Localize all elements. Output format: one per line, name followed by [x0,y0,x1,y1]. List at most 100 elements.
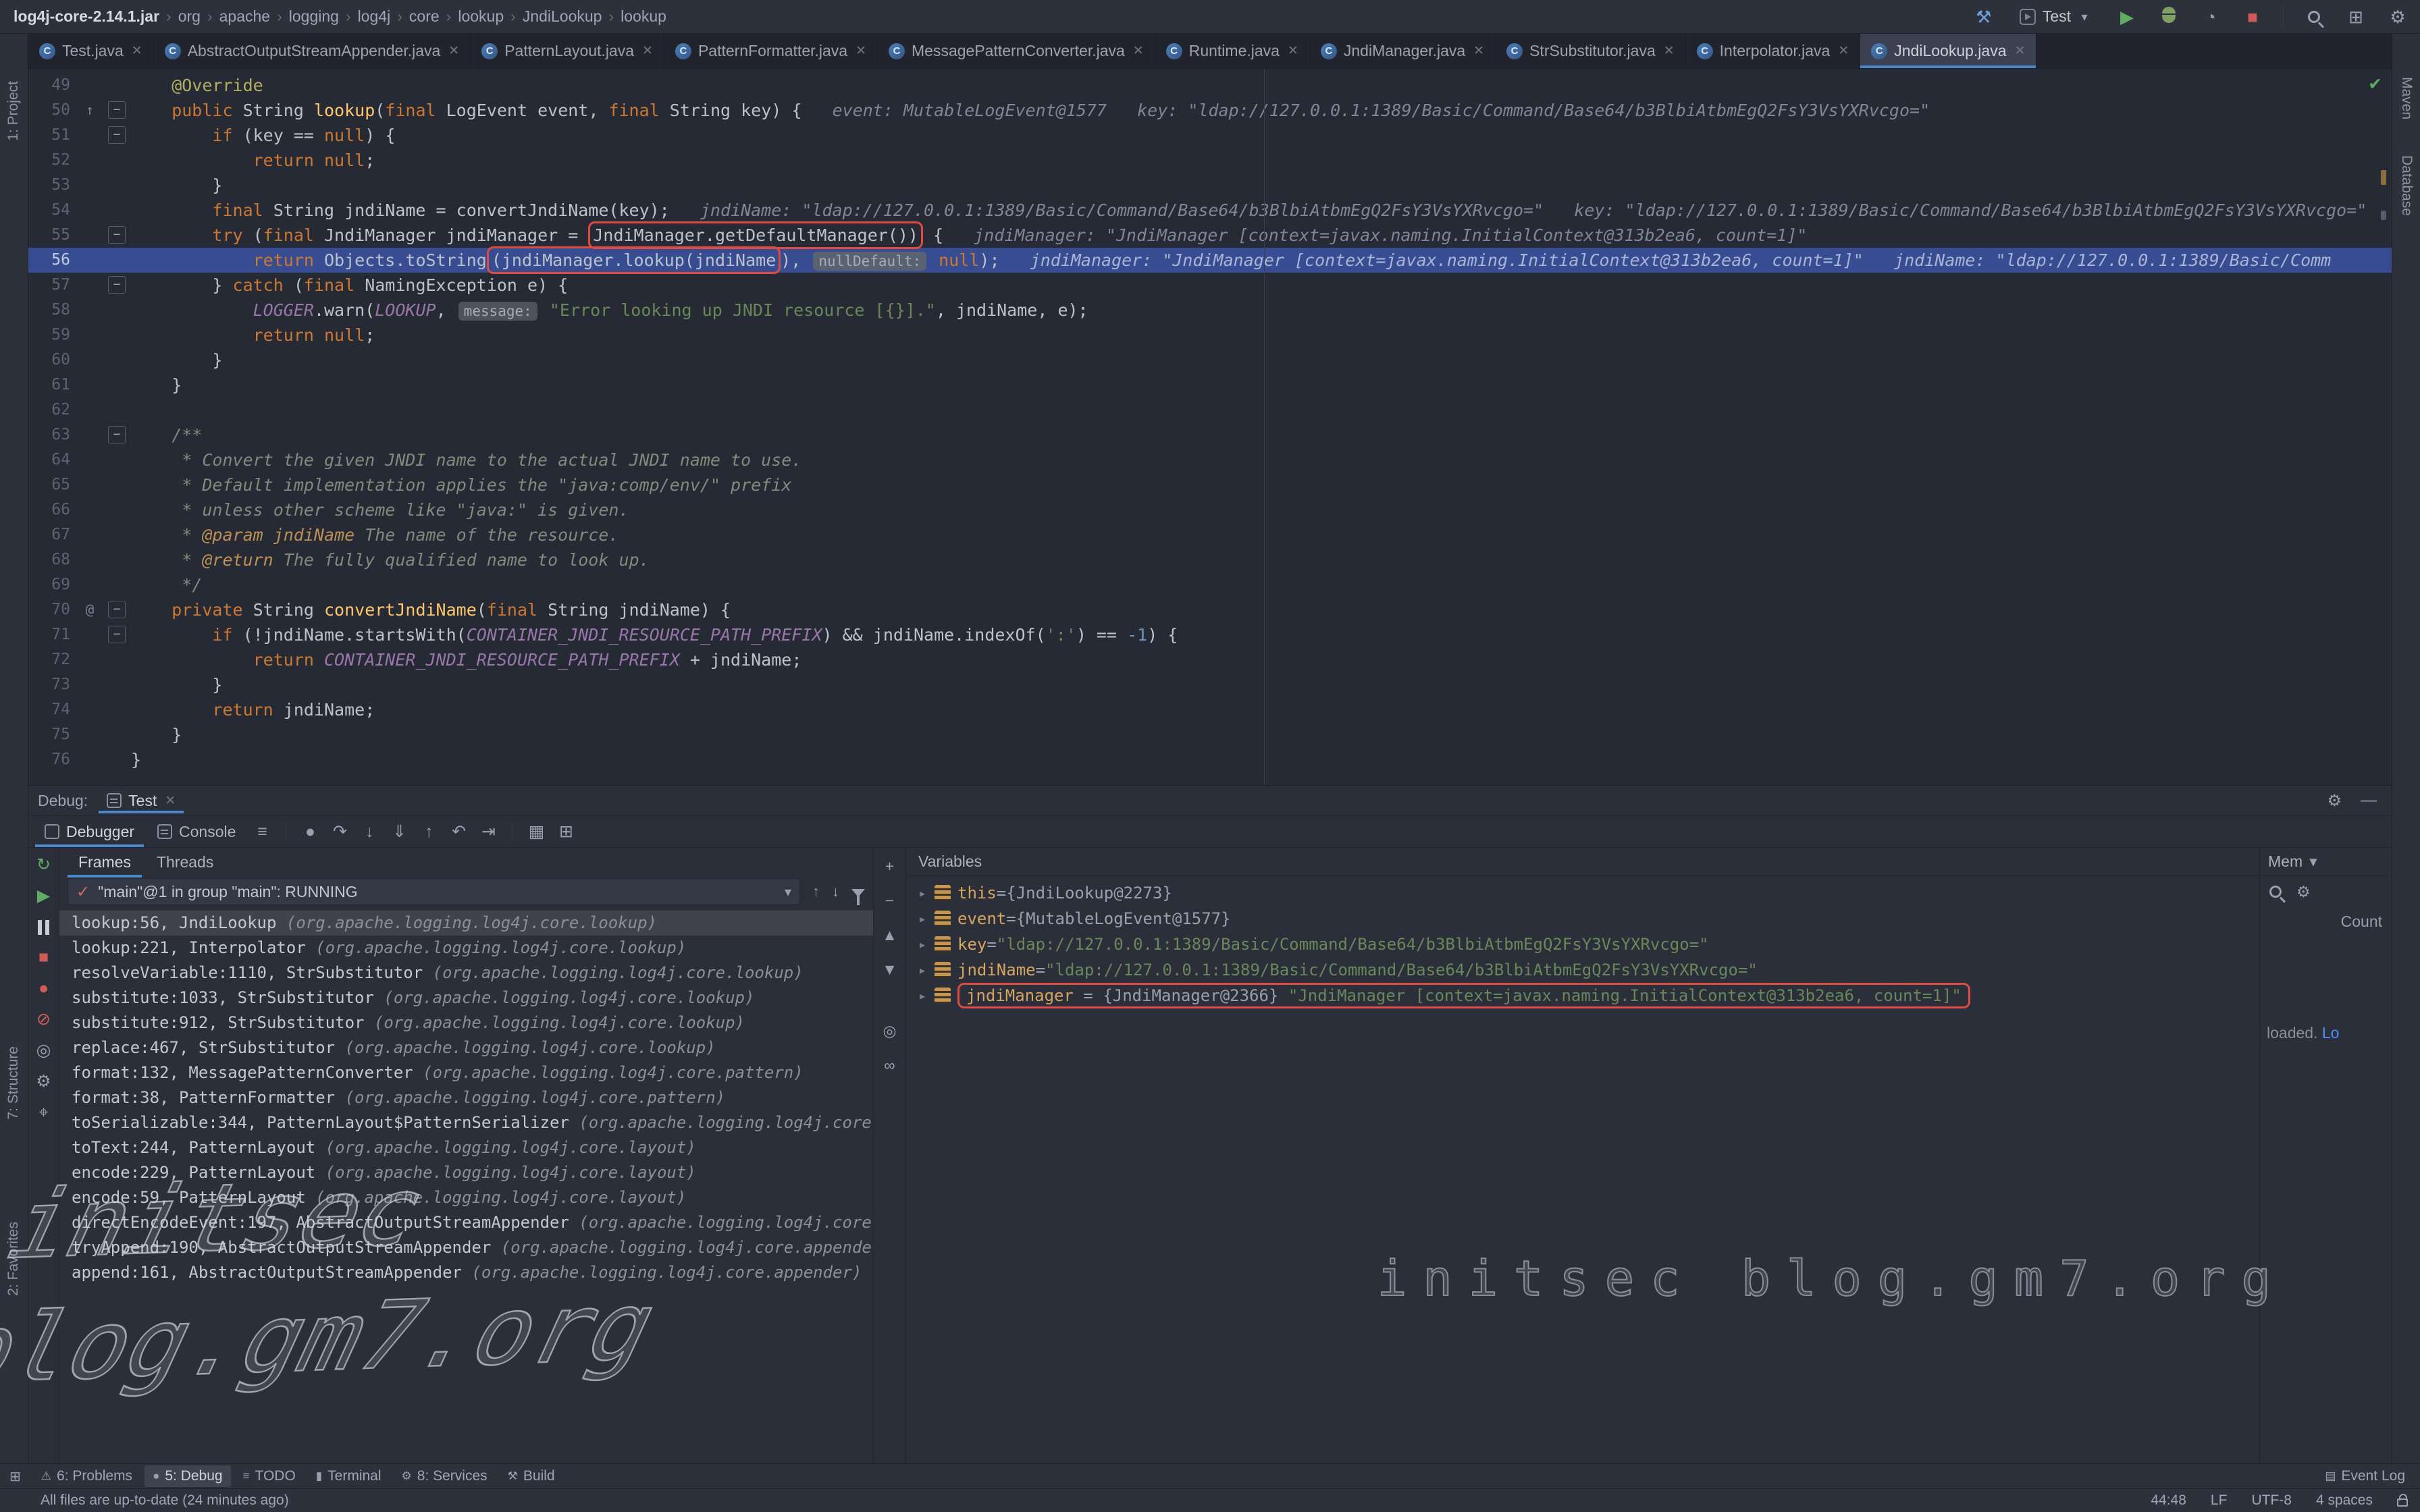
inspections-ok-icon[interactable]: ✔ [2369,72,2381,94]
hide-panel-icon[interactable]: — [2361,791,2377,811]
resume-button[interactable]: ▶ [37,887,50,905]
toolwindow-stripe-maven[interactable]: Maven [2398,77,2415,119]
close-icon[interactable]: ✕ [132,43,142,59]
close-icon[interactable]: ✕ [1133,43,1144,59]
event-log-button[interactable]: ▤ Event Log [2325,1468,2411,1484]
code-line[interactable]: 64 * Convert the given JNDI name to the … [28,448,2392,473]
toolwindow-button[interactable]: ⚒Build [500,1465,563,1487]
stack-frame-row[interactable]: encode:229, PatternLayout (org.apache.lo… [59,1160,873,1185]
pin-icon[interactable]: ⌖ [38,1104,48,1121]
move-watch-up-icon[interactable]: ▲ [882,926,897,944]
toolwindow-stripe-database[interactable]: Database [2398,155,2415,216]
show-execution-point-icon[interactable]: ● [297,822,323,842]
code-line[interactable]: 76} [28,747,2392,772]
expand-chevron-icon[interactable]: ▸ [912,936,933,952]
settings-gear-icon[interactable]: ⚙ [2327,791,2342,811]
hide-frames-filter-icon[interactable] [851,889,865,897]
bookmark-icon[interactable]: @ [76,597,104,622]
close-icon[interactable]: ✕ [1838,43,1849,59]
search-icon[interactable] [2269,886,2282,898]
run-button[interactable]: ▶ [2115,5,2138,28]
layout-menu-icon[interactable]: ≡ [249,822,275,842]
code-line[interactable]: 49 @Override [28,73,2392,98]
stack-frame-row[interactable]: replace:467, StrSubstitutor (org.apache.… [59,1035,873,1060]
stack-frame-row[interactable]: format:38, PatternFormatter (org.apache.… [59,1085,873,1110]
profiler-icon[interactable]: ◔ [2199,5,2222,28]
breadcrumb-item[interactable]: JndiLookup [520,7,605,26]
override-method-icon[interactable]: ↑ [76,98,104,123]
stack-frame-row[interactable]: encode:59, PatternLayout (org.apache.log… [59,1185,873,1210]
debug-session-tab[interactable]: Test ✕ [99,788,184,813]
code-line[interactable]: 75 } [28,722,2392,747]
stop-button[interactable]: ■ [2241,5,2264,28]
settings-gear-icon[interactable]: ⚙ [2386,5,2409,28]
code-line[interactable]: 55− try (final JndiManager jndiManager =… [28,223,2392,248]
breadcrumb-item[interactable]: log4j-core-2.14.1.jar [11,7,162,26]
toolwindow-stripe-structure[interactable]: 7: Structure [5,1046,22,1120]
error-stripe-mark[interactable] [2381,211,2386,220]
evaluate-expression-icon[interactable]: ▦ [523,821,549,842]
run-to-cursor-icon[interactable]: ⇥ [475,821,501,842]
tab-threads[interactable]: Threads [146,847,224,878]
editor-tab[interactable]: CAbstractOutputStreamAppender.java✕ [154,34,471,68]
editor-tab[interactable]: CInterpolator.java✕ [1686,34,1861,68]
variable-row[interactable]: ▸key = "ldap://127.0.0.1:1389/Basic/Comm… [906,932,2259,957]
stack-frame-row[interactable]: tryAppend:190, AbstractOutputStreamAppen… [59,1235,873,1260]
close-icon[interactable]: ✕ [1664,43,1675,59]
breadcrumb-item[interactable]: core [406,7,442,26]
toolwindow-stripe-favorites[interactable]: 2: Favorites [5,1222,22,1296]
code-line[interactable]: 73 } [28,672,2392,697]
code-line[interactable]: 66 * unless other scheme like "java:" is… [28,497,2392,522]
file-encoding[interactable]: UTF-8 [2251,1492,2292,1509]
run-config-select[interactable]: Test ▾ [2014,4,2097,30]
expand-chevron-icon[interactable]: ▸ [912,911,933,927]
toolwindow-button[interactable]: ≡TODO [235,1465,304,1487]
code-line[interactable]: 74 return jndiName; [28,697,2392,722]
stack-frame-row[interactable]: directEncodeEvent:197, AbstractOutputStr… [59,1210,873,1235]
editor-tab[interactable]: CPatternLayout.java✕ [471,34,664,68]
move-watch-down-icon[interactable]: ▼ [882,961,897,979]
gear-icon[interactable]: ⚙ [2296,883,2311,901]
expand-chevron-icon[interactable]: ▸ [912,962,933,978]
close-icon[interactable]: ✕ [1288,43,1298,59]
debug-button[interactable] [2157,5,2180,28]
stack-frame-row[interactable]: lookup:56, JndiLookup (org.apache.loggin… [59,911,873,936]
code-line[interactable]: 72 return CONTAINER_JNDI_RESOURCE_PATH_P… [28,647,2392,672]
code-line[interactable]: 54 final String jndiName = convertJndiNa… [28,198,2392,223]
tool-windows-toggle-icon[interactable]: ⊞ [9,1468,21,1485]
close-icon[interactable]: ✕ [2015,43,2026,59]
step-into-icon[interactable]: ↓ [357,822,382,842]
add-watch-icon[interactable]: + [885,857,894,875]
code-line[interactable]: 50↑− public String lookup(final LogEvent… [28,98,2392,123]
next-frame-icon[interactable]: ↓ [832,883,839,900]
rerun-button[interactable]: ↻ [36,856,51,873]
breadcrumb-item[interactable]: log4j [355,7,394,26]
close-icon[interactable]: ✕ [448,43,459,59]
code-line[interactable]: 70@− private String convertJndiName(fina… [28,597,2392,622]
fold-marker-icon[interactable]: − [108,101,126,119]
stack-frame-row[interactable]: substitute:1033, StrSubstitutor (org.apa… [59,986,873,1010]
code-line[interactable]: 53 } [28,173,2392,198]
breadcrumb-item[interactable]: lookup [455,7,506,26]
code-line[interactable]: 69 */ [28,572,2392,597]
layout-grid-icon[interactable]: ⊞ [553,821,579,842]
step-out-icon[interactable]: ↑ [416,822,442,842]
drop-frame-icon[interactable]: ↶ [446,821,471,842]
show-watches-icon[interactable]: ∞ [884,1056,895,1075]
force-step-into-icon[interactable]: ⇓ [386,821,412,842]
code-editor[interactable]: 49 @Override50↑− public String lookup(fi… [28,69,2392,785]
tab-frames[interactable]: Frames [68,847,142,878]
duplicate-watch-icon[interactable]: ◎ [883,1022,896,1040]
thread-dump-camera-button[interactable]: ◎ [36,1042,51,1059]
thread-dropdown[interactable]: ✓ "main"@1 in group "main": RUNNING ▾ [68,878,800,905]
mute-breakpoints-button[interactable]: ⊘ [36,1010,51,1028]
build-hammer-icon[interactable]: ⚒ [1972,5,1995,28]
stop-button[interactable]: ■ [38,948,49,966]
memory-header[interactable]: Mem ▾ [2260,848,2392,876]
line-separator[interactable]: LF [2211,1492,2228,1509]
close-icon[interactable]: ✕ [165,793,176,809]
stack-frame-row[interactable]: format:132, MessagePatternConverter (org… [59,1060,873,1085]
indent-setting[interactable]: 4 spaces [2316,1492,2373,1509]
editor-tab[interactable]: CMessagePatternConverter.java✕ [878,34,1155,68]
stack-frame-row[interactable]: lookup:221, Interpolator (org.apache.log… [59,936,873,961]
